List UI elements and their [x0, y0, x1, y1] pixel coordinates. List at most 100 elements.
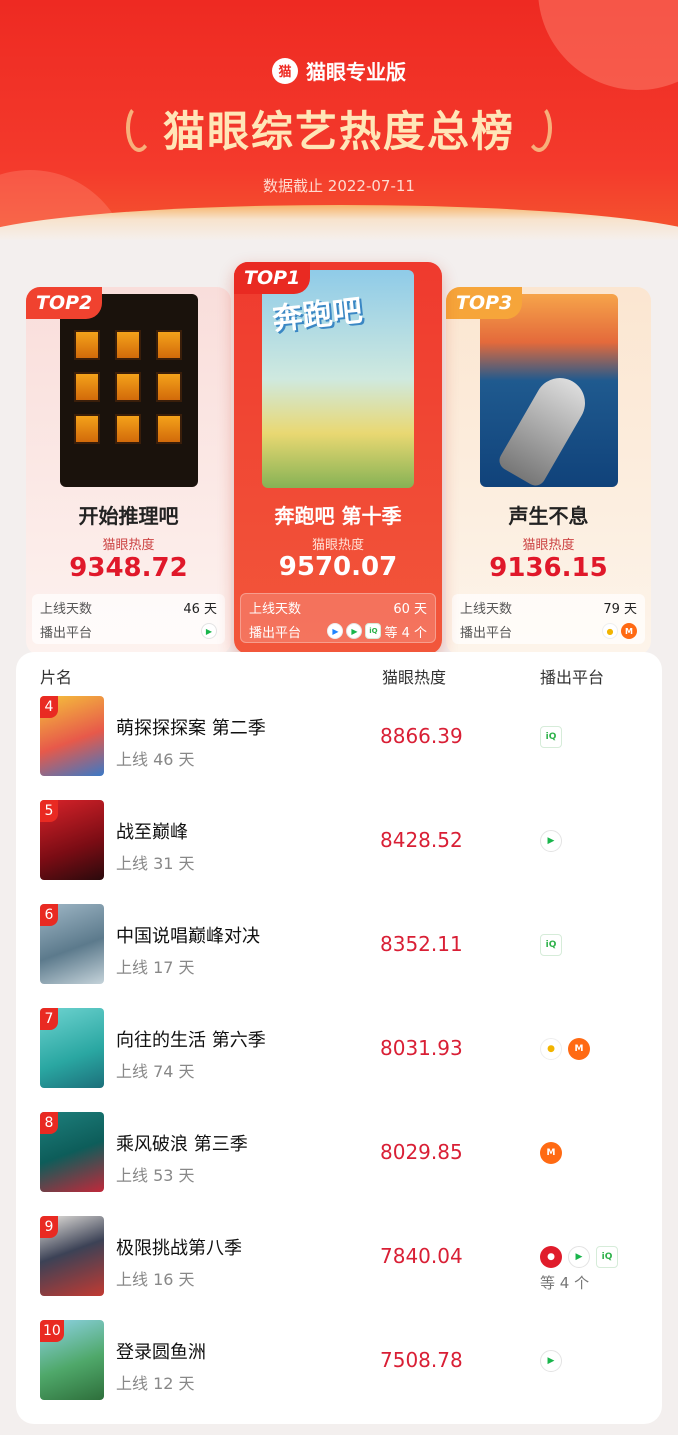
days-online: 上线 17 天	[116, 958, 195, 977]
list-item[interactable]: 6 中国说唱巅峰对决 上线 17 天 8352.11 iQ	[16, 904, 662, 1008]
show-title: 开始推理吧	[78, 504, 179, 528]
page-title: 猫眼综艺热度总榜	[162, 107, 515, 156]
thumbnail: 7	[40, 1008, 104, 1088]
thumbnail: 4	[40, 696, 104, 776]
show-title: 乘风破浪 第三季	[116, 1134, 248, 1155]
rank-badge: TOP1	[234, 262, 311, 294]
rank-number: 6	[40, 904, 58, 926]
mango-tv-icon: M	[568, 1038, 590, 1060]
rank-badge: TOP2	[26, 287, 103, 319]
days-label: 上线天数	[249, 601, 302, 617]
heat-label: 猫眼热度	[522, 538, 575, 553]
poster-image: 奔跑吧	[262, 270, 414, 488]
col-header-name: 片名	[40, 668, 73, 687]
show-title: 极限挑战第八季	[116, 1238, 242, 1259]
list-item[interactable]: 8 乘风破浪 第三季 上线 53 天 8029.85 M	[16, 1112, 662, 1216]
rank-number: 5	[40, 800, 58, 822]
show-title: 萌探探探案 第二季	[116, 718, 266, 739]
list-item[interactable]: 4 萌探探探案 第二季 上线 46 天 8866.39 iQ	[16, 696, 662, 800]
rank-number: 7	[40, 1008, 58, 1030]
thumbnail: 6	[40, 904, 104, 984]
brand-name: 猫眼专业版	[306, 60, 406, 84]
list-item[interactable]: 7 向往的生活 第六季 上线 74 天 8031.93 ● M	[16, 1008, 662, 1112]
heat-value: 8029.85	[380, 1140, 463, 1164]
thumbnail: 8	[40, 1112, 104, 1192]
maoyan-logo-icon: 猫	[272, 57, 298, 84]
heat-label: 猫眼热度	[311, 538, 364, 553]
show-title: 登录圆鱼洲	[116, 1342, 206, 1363]
hunan-tv-icon: ●	[540, 1038, 562, 1060]
rank-badge: TOP3	[446, 287, 523, 319]
days-online: 上线 31 天	[116, 854, 195, 873]
youku-icon: ▶	[327, 623, 344, 639]
iqiyi-icon: iQ	[540, 726, 562, 748]
iqiyi-icon: iQ	[540, 934, 562, 956]
meta-box: 上线天数 60 天 播出平台 ▶ ▶ iQ 等 4 个	[240, 593, 436, 643]
data-date: 数据截止 2022-07-11	[263, 177, 415, 195]
days-value: 46 天	[183, 601, 217, 617]
show-title: 中国说唱巅峰对决	[116, 926, 260, 947]
platform-more: 等 4 个	[540, 1274, 590, 1292]
heat-value: 9136.15	[489, 553, 608, 583]
heat-label: 猫眼热度	[102, 538, 155, 553]
list-item[interactable]: 5 战至巅峰 上线 31 天 8428.52 ▶	[16, 800, 662, 904]
days-value: 60 天	[393, 601, 427, 617]
col-header-platform: 播出平台	[540, 668, 605, 687]
iqiyi-icon: iQ	[596, 1246, 618, 1268]
show-title: 奔跑吧 第十季	[274, 504, 402, 528]
meta-box: 上线天数 79 天 播出平台 ● M	[452, 594, 645, 644]
days-label: 上线天数	[40, 601, 93, 617]
list-item[interactable]: 9 极限挑战第八季 上线 16 天 7840.04 ● ▶ iQ 等 4 个	[16, 1216, 662, 1320]
heat-value: 8428.52	[380, 828, 463, 852]
days-online: 上线 12 天	[116, 1374, 195, 1393]
rank-number: 8	[40, 1112, 58, 1134]
days-online: 上线 53 天	[116, 1166, 195, 1185]
heat-value: 8866.39	[380, 724, 463, 748]
heat-value: 8031.93	[380, 1036, 463, 1060]
days-value: 79 天	[603, 601, 637, 617]
tencent-video-icon: ▶	[540, 830, 562, 852]
top3-card[interactable]: TOP3 声生不息 猫眼热度 9136.15 上线天数 79 天 播出平台 ● …	[446, 287, 651, 655]
platform-label: 播出平台	[249, 625, 302, 641]
platform-label: 播出平台	[40, 625, 93, 641]
ranking-list: 片名 猫眼热度 播出平台 4 萌探探探案 第二季 上线 46 天 8866.39…	[16, 652, 662, 1424]
meta-box: 上线天数 46 天 播出平台 ▶	[32, 594, 225, 644]
mango-tv-icon: M	[621, 623, 637, 639]
list-header: 片名 猫眼热度 播出平台	[16, 664, 662, 688]
tencent-video-icon: ▶	[540, 1350, 562, 1372]
hunan-tv-icon: ●	[602, 623, 618, 639]
heat-value: 9570.07	[278, 552, 398, 582]
days-label: 上线天数	[460, 601, 513, 617]
platform-more: 等 4 个	[384, 625, 427, 641]
thumbnail: 5	[40, 800, 104, 880]
iqiyi-icon: iQ	[365, 623, 382, 639]
cctv-icon: ●	[540, 1246, 562, 1268]
tencent-video-icon: ▶	[346, 623, 363, 639]
header-banner: 猫 猫眼专业版 猫眼综艺热度总榜 数据截止 2022-07-11	[0, 0, 678, 240]
top1-card[interactable]: 奔跑吧 TOP1 奔跑吧 第十季 猫眼热度 9570.07 上线天数 60 天 …	[234, 262, 442, 654]
top2-card[interactable]: TOP2 开始推理吧 猫眼热度 9348.72 上线天数 46 天 播出平台 ▶	[26, 287, 231, 655]
show-title: 声生不息	[508, 504, 589, 528]
rank-number: 10	[40, 1320, 64, 1342]
rank-number: 9	[40, 1216, 58, 1238]
thumbnail: 9	[40, 1216, 104, 1296]
rank-number: 4	[40, 696, 58, 718]
thumbnail: 10	[40, 1320, 104, 1400]
heat-value: 7840.04	[380, 1244, 463, 1268]
heat-value: 8352.11	[380, 932, 463, 956]
poster-image	[480, 294, 618, 487]
days-online: 上线 46 天	[116, 750, 195, 769]
col-header-heat: 猫眼热度	[382, 668, 447, 687]
days-online: 上线 16 天	[116, 1270, 195, 1289]
tencent-video-icon: ▶	[201, 623, 217, 639]
show-title: 战至巅峰	[116, 822, 188, 843]
list-item[interactable]: 10 登录圆鱼洲 上线 12 天 7508.78 ▶	[16, 1320, 662, 1424]
tencent-video-icon: ▶	[568, 1246, 590, 1268]
heat-value: 7508.78	[380, 1348, 463, 1372]
show-title: 向往的生活 第六季	[116, 1030, 266, 1051]
heat-value: 9348.72	[69, 553, 188, 583]
days-online: 上线 74 天	[116, 1062, 195, 1081]
poster-image	[60, 294, 198, 487]
platform-label: 播出平台	[460, 625, 513, 641]
brand: 猫 猫眼专业版	[0, 56, 678, 85]
